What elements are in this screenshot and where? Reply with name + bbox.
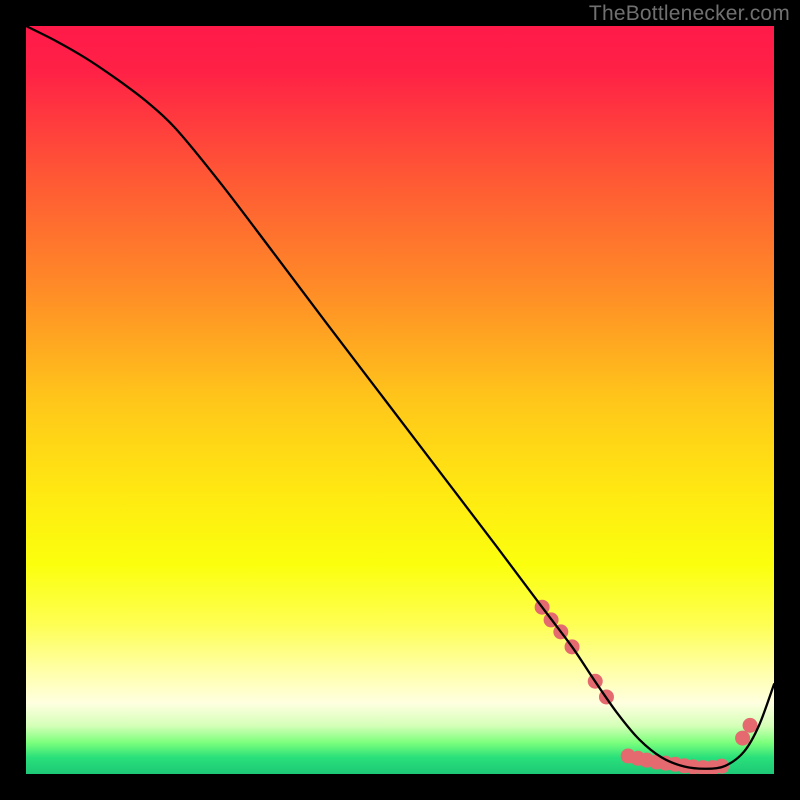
gradient-background [26, 26, 774, 774]
chart-frame: TheBottlenecker.com [0, 0, 800, 800]
marker-dot [735, 731, 750, 746]
plot-area [26, 26, 774, 774]
marker-dot [743, 718, 758, 733]
chart-svg [26, 26, 774, 774]
watermark-text: TheBottlenecker.com [589, 2, 790, 26]
